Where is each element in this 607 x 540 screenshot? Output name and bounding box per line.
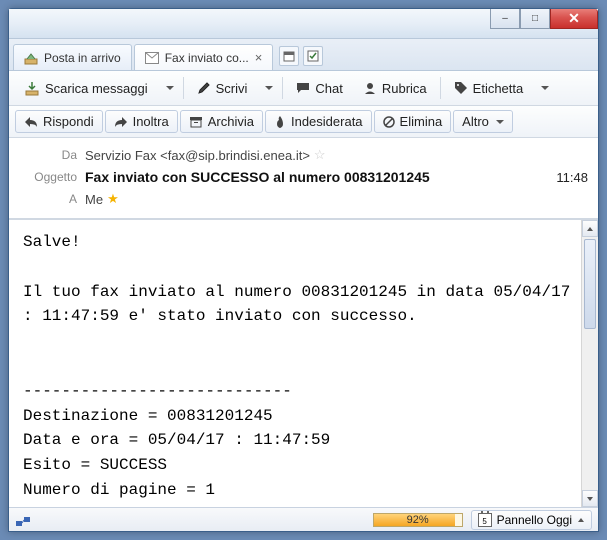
status-bar: 92% 5 Pannello Oggi — [9, 507, 598, 531]
subject-value: Fax inviato con SUCCESSO al numero 00831… — [85, 169, 430, 185]
inbox-icon — [24, 51, 38, 65]
reply-button[interactable]: Rispondi — [15, 110, 103, 133]
calendar-tab-icon[interactable] — [279, 46, 299, 66]
tab-strip: Posta in arrivo Fax inviato co... × — [9, 39, 598, 71]
subject-label: Oggetto — [19, 170, 77, 184]
from-value: Servizio Fax <fax@sip.brindisi.enea.it> — [85, 148, 310, 163]
tag-button[interactable]: Etichetta — [445, 76, 533, 101]
reply-label: Rispondi — [43, 114, 94, 129]
chevron-down-icon — [166, 86, 174, 90]
message-time: 11:48 — [556, 170, 588, 185]
to-label: A — [19, 192, 77, 206]
separator — [440, 77, 441, 99]
close-button[interactable]: ✕ — [550, 9, 598, 29]
download-messages-button[interactable]: Scarica messaggi — [15, 75, 157, 101]
addressbook-button[interactable]: Rubrica — [354, 76, 436, 101]
today-pane-label: Pannello Oggi — [497, 513, 572, 527]
tab-close-icon[interactable]: × — [255, 50, 263, 65]
download-dropdown[interactable] — [159, 81, 179, 95]
download-label: Scarica messaggi — [45, 81, 148, 96]
archive-label: Archivia — [208, 114, 254, 129]
fire-icon — [274, 115, 286, 129]
junk-label: Indesiderata — [291, 114, 363, 129]
compose-dropdown[interactable] — [258, 81, 278, 95]
star-message-icon[interactable]: ★ — [107, 191, 119, 207]
scroll-thumb[interactable] — [584, 239, 596, 329]
forward-icon — [114, 116, 128, 128]
tag-icon — [454, 81, 468, 95]
progress-bar: 92% — [373, 513, 463, 527]
main-toolbar: Scarica messaggi Scrivi Chat Rubrica — [9, 71, 598, 106]
tab-extra-icons — [279, 46, 323, 70]
activity-icon[interactable] — [15, 513, 31, 527]
compose-button[interactable]: Scrivi — [188, 76, 257, 101]
archive-icon — [189, 116, 203, 128]
tab-message[interactable]: Fax inviato co... × — [134, 44, 274, 70]
to-value: Me — [85, 192, 103, 207]
scroll-up-button[interactable] — [582, 220, 598, 237]
progress-text: 92% — [374, 514, 462, 526]
chat-icon — [296, 81, 310, 95]
maximize-button[interactable]: □ — [520, 9, 550, 29]
tab-inbox-label: Posta in arrivo — [44, 51, 121, 65]
window-controls: – □ ✕ — [490, 9, 598, 29]
message-headers: Da Servizio Fax <fax@sip.brindisi.enea.i… — [9, 138, 598, 219]
star-contact-icon[interactable]: ☆ — [314, 147, 326, 163]
delete-label: Elimina — [400, 114, 443, 129]
chevron-up-icon — [577, 517, 585, 523]
tasks-tab-icon[interactable] — [303, 46, 323, 66]
message-toolbar: Rispondi Inoltra Archivia Indesiderata E… — [9, 106, 598, 138]
chevron-down-icon — [265, 86, 273, 90]
titlebar: – □ ✕ — [9, 9, 598, 39]
archive-button[interactable]: Archivia — [180, 110, 263, 133]
chat-button[interactable]: Chat — [287, 76, 351, 101]
delete-button[interactable]: Elimina — [374, 110, 452, 133]
message-body: Salve! Il tuo fax inviato al numero 0083… — [9, 220, 598, 507]
pencil-icon — [197, 81, 211, 95]
download-icon — [24, 80, 40, 96]
calendar-icon: 5 — [478, 513, 492, 527]
today-pane-button[interactable]: 5 Pannello Oggi — [471, 510, 592, 530]
tag-label: Etichetta — [473, 81, 524, 96]
tab-inbox[interactable]: Posta in arrivo — [13, 44, 132, 70]
message-body-container: Salve! Il tuo fax inviato al numero 0083… — [9, 219, 598, 507]
delete-icon — [383, 116, 395, 128]
forward-button[interactable]: Inoltra — [105, 110, 178, 133]
compose-label: Scrivi — [216, 81, 248, 96]
junk-button[interactable]: Indesiderata — [265, 110, 372, 133]
chevron-down-icon — [541, 86, 549, 90]
tab-message-label: Fax inviato co... — [165, 51, 249, 65]
app-window: – □ ✕ Posta in arrivo Fax inviato co... … — [8, 8, 599, 532]
other-label: Altro — [462, 114, 489, 129]
scroll-track[interactable] — [582, 331, 598, 490]
vertical-scrollbar[interactable] — [581, 220, 598, 507]
envelope-icon — [145, 52, 159, 64]
separator — [282, 77, 283, 99]
separator — [183, 77, 184, 99]
from-label: Da — [19, 148, 77, 162]
chat-label: Chat — [315, 81, 342, 96]
chevron-down-icon — [496, 120, 504, 124]
other-actions-button[interactable]: Altro — [453, 110, 513, 133]
scroll-down-button[interactable] — [582, 490, 598, 507]
tag-dropdown[interactable] — [534, 81, 554, 95]
forward-label: Inoltra — [133, 114, 169, 129]
reply-icon — [24, 116, 38, 128]
minimize-button[interactable]: – — [490, 9, 520, 29]
person-icon — [363, 81, 377, 95]
addressbook-label: Rubrica — [382, 81, 427, 96]
